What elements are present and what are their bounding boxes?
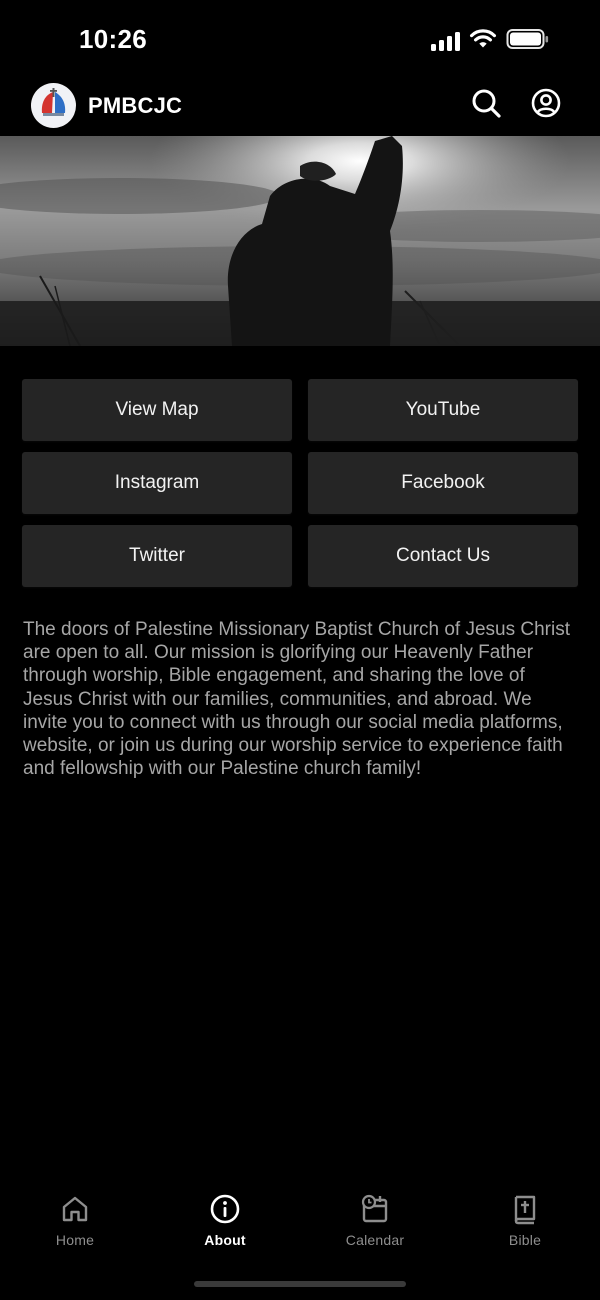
instagram-button[interactable]: Instagram [22, 452, 292, 514]
app-header: PMBCJC [0, 80, 600, 136]
tab-home-label: Home [55, 1232, 95, 1248]
search-button[interactable] [469, 88, 503, 122]
tab-about-label: About [204, 1232, 246, 1248]
tab-bible[interactable]: Bible [450, 1185, 600, 1255]
tab-bar: Home About Calendar Bible [0, 1185, 600, 1255]
tab-bible-label: Bible [508, 1232, 542, 1248]
youtube-button[interactable]: YouTube [308, 379, 578, 441]
tab-calendar-label: Calendar [345, 1232, 405, 1248]
battery-icon [506, 28, 550, 55]
view-map-button[interactable]: View Map [22, 379, 292, 441]
bible-icon [508, 1192, 542, 1226]
wifi-icon [469, 28, 497, 55]
calendar-icon [358, 1192, 392, 1226]
links-grid: View Map YouTube Instagram Facebook Twit… [22, 379, 578, 587]
tab-about[interactable]: About [150, 1185, 300, 1255]
status-bar: 10:26 [0, 0, 600, 80]
twitter-button[interactable]: Twitter [22, 525, 292, 587]
home-indicator[interactable] [194, 1281, 406, 1287]
search-icon [470, 87, 502, 124]
church-logo-icon[interactable] [31, 83, 76, 128]
profile-button[interactable] [529, 88, 563, 122]
contact-us-button[interactable]: Contact Us [308, 525, 578, 587]
tab-home[interactable]: Home [0, 1185, 150, 1255]
hero-image [0, 136, 600, 346]
about-description: The doors of Palestine Missionary Baptis… [23, 619, 571, 780]
status-icons [431, 28, 550, 54]
status-time: 10:26 [79, 24, 147, 54]
signal-icon [431, 31, 460, 51]
home-icon [58, 1192, 92, 1226]
tab-calendar[interactable]: Calendar [300, 1185, 450, 1255]
facebook-button[interactable]: Facebook [308, 452, 578, 514]
profile-icon [530, 87, 562, 124]
app-title: PMBCJC [88, 93, 183, 118]
info-icon [208, 1192, 242, 1226]
